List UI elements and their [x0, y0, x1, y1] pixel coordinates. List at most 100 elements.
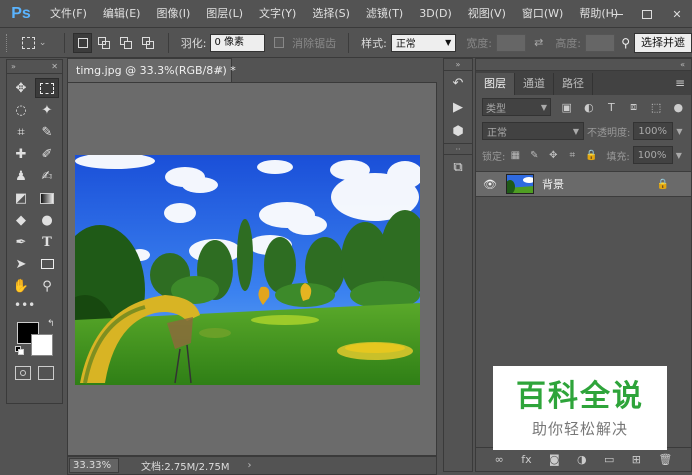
collapse-icon[interactable]: »	[11, 62, 16, 71]
menu-file[interactable]: 文件(F)	[42, 0, 95, 28]
shape-filter-icon[interactable]: ⧈	[627, 100, 640, 114]
swap-colors-icon[interactable]: ↰	[47, 319, 55, 329]
new-group-icon[interactable]: ▭	[604, 453, 614, 466]
strip-collapse-icon[interactable]: »	[444, 59, 472, 71]
fill-caret-icon[interactable]: ▼	[676, 151, 682, 160]
history-brush-tool-icon[interactable]: ✍	[35, 166, 59, 186]
fill-input[interactable]: 100%	[632, 146, 673, 164]
actions-panel-icon[interactable]: ▶	[444, 95, 472, 119]
blur-tool-icon[interactable]: ◆	[9, 210, 33, 230]
zoom-level-field[interactable]: 33.33%	[69, 458, 119, 473]
menu-3d[interactable]: 3D(D)	[411, 0, 460, 28]
close-panel-icon[interactable]: ✕	[51, 62, 58, 71]
lock-image-icon[interactable]: ✎	[527, 148, 541, 162]
magic-wand-tool-icon[interactable]: ✦	[35, 100, 59, 120]
properties-panel-icon[interactable]: ⧉	[444, 155, 472, 179]
close-document-icon[interactable]: ×	[215, 63, 224, 76]
intersect-selection-button[interactable]	[138, 33, 157, 53]
menu-edit[interactable]: 编辑(E)	[95, 0, 149, 28]
type-filter-icon[interactable]: T	[605, 100, 618, 114]
screen-mode-icon[interactable]	[38, 366, 55, 380]
menu-view[interactable]: 视图(V)	[460, 0, 514, 28]
document-size[interactable]: 文档:2.75M/2.75M	[141, 458, 230, 473]
new-layer-icon[interactable]: ⊞	[632, 453, 641, 466]
menu-filter[interactable]: 滤镜(T)	[358, 0, 411, 28]
lock-artboard-icon[interactable]: ⌗	[565, 148, 579, 162]
new-selection-button[interactable]	[73, 32, 92, 53]
eraser-tool-icon[interactable]: ◩	[9, 188, 33, 208]
3d-panel-icon[interactable]: ⬢	[444, 119, 472, 143]
style-select[interactable]: 正常 ▼	[390, 33, 457, 52]
smart-object-filter-icon[interactable]: ⬚	[649, 100, 662, 114]
edit-toolbar-icon[interactable]: •••	[7, 298, 62, 316]
panel-menu-icon[interactable]: ≡	[675, 76, 685, 90]
move-tool-icon[interactable]: ✥	[9, 78, 33, 98]
swap-dimensions-icon[interactable]: ⇄	[534, 36, 543, 49]
visibility-eye-icon[interactable]: 👁	[480, 178, 500, 191]
rect-marquee-preset-icon[interactable]	[21, 36, 35, 49]
menu-select[interactable]: 选择(S)	[304, 0, 358, 28]
pen-tool-icon[interactable]: ✒	[9, 232, 33, 252]
maximize-button[interactable]	[632, 3, 662, 25]
kind-filter-select[interactable]: 类型 ▼	[482, 98, 551, 116]
hand-tool-icon[interactable]: ✋	[9, 276, 33, 296]
link-layers-icon[interactable]: ∞	[495, 453, 504, 466]
subtract-selection-button[interactable]	[117, 33, 136, 53]
antialias-checkbox[interactable]	[273, 37, 285, 48]
add-selection-button[interactable]	[95, 33, 114, 53]
width-input[interactable]	[495, 33, 527, 52]
type-tool-icon[interactable]: T	[35, 232, 59, 252]
opacity-caret-icon[interactable]: ▼	[676, 127, 682, 136]
opacity-input[interactable]: 100%	[633, 122, 674, 140]
height-input[interactable]	[585, 33, 616, 52]
select-and-mask-button[interactable]: 选择并遮	[633, 32, 692, 53]
pixel-filter-icon[interactable]: ▣	[560, 100, 573, 114]
eyedropper-tool-icon[interactable]: ✎	[35, 122, 59, 142]
lasso-tool-icon[interactable]: ◌	[9, 100, 33, 120]
minimize-button[interactable]	[602, 3, 632, 25]
canvas-area[interactable]	[67, 82, 437, 456]
menu-window[interactable]: 窗口(W)	[514, 0, 571, 28]
lock-transparent-icon[interactable]: ▦	[508, 148, 522, 162]
canvas-image[interactable]	[75, 155, 420, 385]
default-colors-icon[interactable]	[15, 346, 25, 356]
layers-panel-collapse[interactable]: «	[476, 59, 691, 71]
dodge-tool-icon[interactable]: ●	[35, 210, 59, 230]
tab-paths[interactable]: 路径	[554, 73, 593, 95]
preset-caret-icon[interactable]: ⌄	[39, 38, 47, 48]
marquee-tool-icon[interactable]	[35, 78, 59, 98]
brush-tool-icon[interactable]: ✐	[35, 144, 59, 164]
path-selection-tool-icon[interactable]: ➤	[9, 254, 33, 274]
strip-grip[interactable]: ··	[444, 143, 472, 155]
crop-tool-icon[interactable]: ⌗	[9, 122, 33, 142]
status-menu-arrow-icon[interactable]: ›	[248, 460, 252, 471]
zoom-tool-icon[interactable]: ⚲	[35, 276, 59, 296]
quick-mask-icon[interactable]	[14, 366, 31, 380]
menu-type[interactable]: 文字(Y)	[251, 0, 304, 28]
clone-stamp-tool-icon[interactable]: ♟	[9, 166, 33, 186]
blend-mode-select[interactable]: 正常 ▼	[482, 122, 584, 140]
menu-image[interactable]: 图像(I)	[148, 0, 198, 28]
rectangle-tool-icon[interactable]	[35, 254, 59, 274]
document-tab[interactable]: timg.jpg @ 33.3%(RGB/8#) * ×	[67, 58, 236, 82]
history-panel-icon[interactable]: ↶	[444, 71, 472, 95]
search-icon[interactable]: ⚲	[621, 36, 630, 50]
adjustment-layer-icon[interactable]: ◑	[577, 453, 587, 466]
feather-input[interactable]: 0 像素	[210, 33, 265, 52]
delete-layer-icon[interactable]: 🗑	[658, 453, 672, 466]
layer-row-background[interactable]: 👁 背景 🔒	[476, 171, 691, 197]
lock-position-icon[interactable]: ✥	[546, 148, 560, 162]
layer-style-icon[interactable]: fx	[521, 453, 531, 466]
filter-toggle-icon[interactable]: ●	[672, 100, 685, 114]
adjustment-filter-icon[interactable]: ◐	[582, 100, 595, 114]
healing-brush-tool-icon[interactable]: ✚	[9, 144, 33, 164]
close-window-button[interactable]: ✕	[662, 3, 692, 25]
background-color-swatch[interactable]	[31, 334, 53, 356]
menu-layer[interactable]: 图层(L)	[198, 0, 251, 28]
tab-channels[interactable]: 通道	[515, 73, 554, 95]
lock-all-icon[interactable]: 🔒	[584, 148, 598, 162]
tab-layers[interactable]: 图层	[476, 73, 515, 95]
add-mask-icon[interactable]: ◙	[549, 453, 560, 466]
gradient-tool-icon[interactable]	[35, 188, 59, 208]
options-grip[interactable]	[6, 33, 10, 52]
